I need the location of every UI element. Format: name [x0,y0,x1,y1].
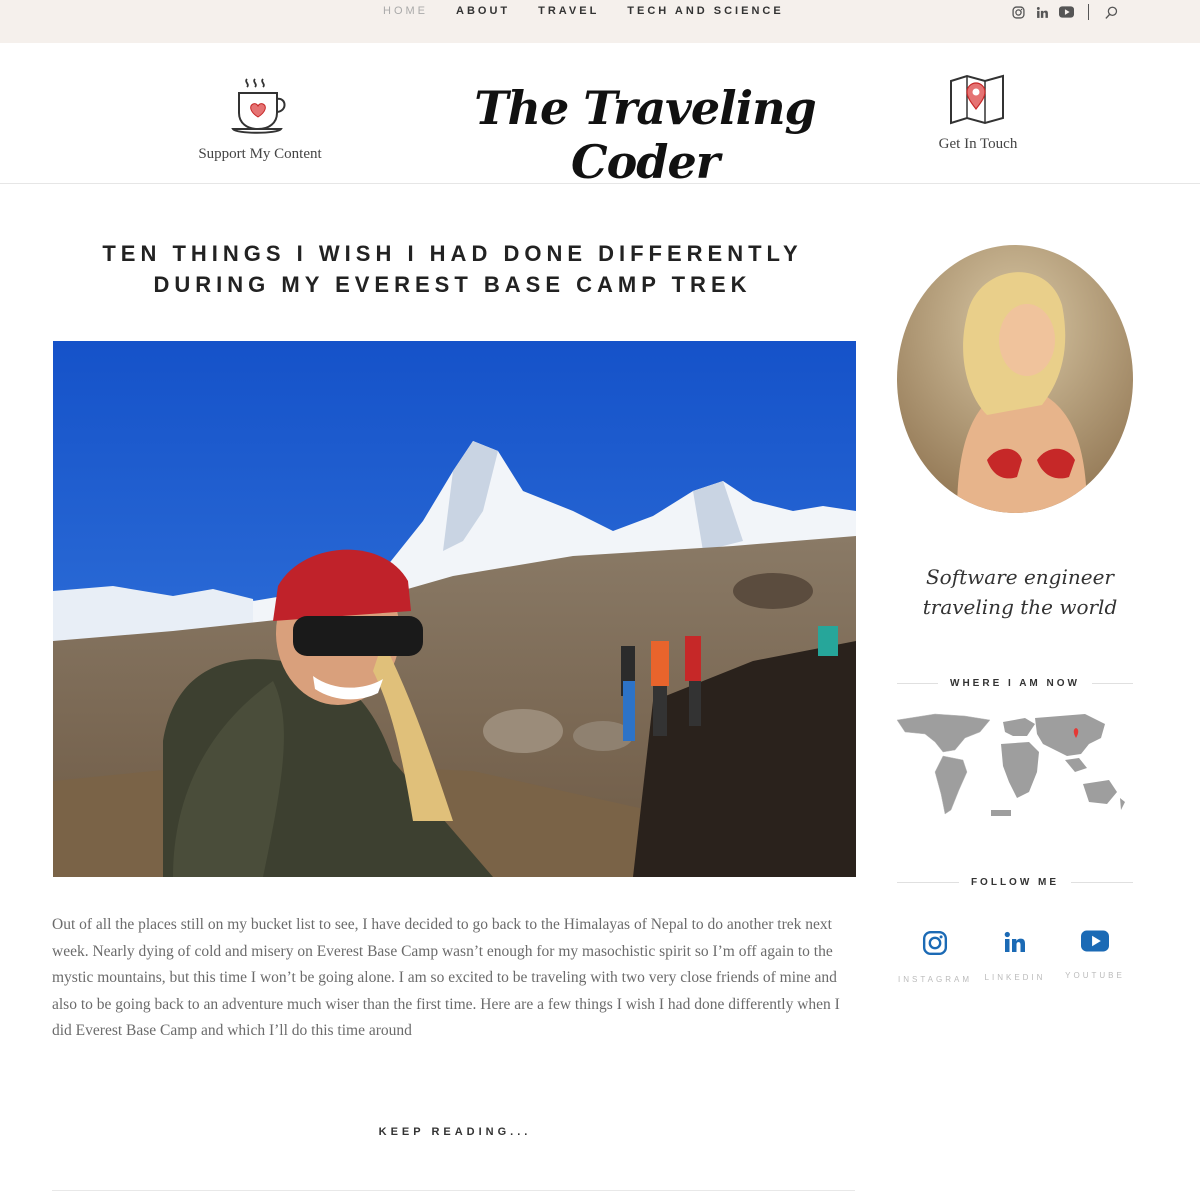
touch-label: Get In Touch [938,136,1018,152]
site-header: Support My Content The Traveling Coder G… [0,43,1200,189]
social-linkedin[interactable]: LINKEDIN [977,930,1053,984]
nav-item-travel[interactable]: TRAVEL [538,5,599,17]
keep-reading-link[interactable]: KEEP READING... [300,1126,610,1138]
social-label: YOUTUBE [1065,971,1125,980]
divider [1088,4,1089,20]
linkedin-icon[interactable] [1034,4,1050,20]
top-navigation-bar: HOME ABOUT TRAVEL TECH AND SCIENCE [0,0,1200,43]
world-map [895,710,1135,828]
linkedin-icon [1004,931,1025,952]
social-youtube[interactable]: YOUTUBE [1057,930,1133,984]
youtube-icon[interactable] [1058,4,1074,20]
support-my-content-link[interactable]: Support My Content [180,75,340,163]
divider [897,683,939,684]
divider [52,1190,855,1191]
get-in-touch-link[interactable]: Get In Touch [918,73,1038,153]
instagram-icon[interactable] [1010,4,1026,20]
map-pin-icon [950,74,1004,125]
nav-item-tech-and-science[interactable]: TECH AND SCIENCE [627,5,783,17]
social-label: LINKEDIN [984,973,1046,982]
where-i-am-now-heading: WHERE I AM NOW [897,678,1133,689]
follow-me-heading: FOLLOW ME [897,877,1134,888]
divider [1091,683,1133,684]
support-label: Support My Content [198,146,322,162]
search-icon[interactable] [1103,4,1119,20]
divider [897,882,959,883]
nav-item-about[interactable]: ABOUT [456,5,510,17]
coffee-cup-icon [231,78,286,134]
post-title[interactable]: TEN THINGS I WISH I HAD DONE DIFFERENTLY… [100,238,805,300]
divider [1071,882,1134,883]
youtube-icon [1081,930,1109,952]
social-instagram[interactable]: INSTAGRAM [897,930,973,984]
author-avatar [897,245,1133,513]
post-featured-image[interactable] [53,341,856,877]
nav-item-home[interactable]: HOME [383,5,428,17]
author-tagline: Software engineer traveling the world [922,565,1118,619]
main-menu: HOME ABOUT TRAVEL TECH AND SCIENCE [383,5,812,17]
top-social-icons [1010,4,1119,20]
post-excerpt: Out of all the places still on my bucket… [52,916,840,1040]
site-logo[interactable]: The Traveling Coder [440,81,850,189]
social-links: INSTAGRAM LINKEDIN YOUTUBE [897,930,1133,984]
instagram-icon [922,930,948,956]
where-title: WHERE I AM NOW [950,678,1080,689]
social-label: INSTAGRAM [898,975,972,984]
follow-title: FOLLOW ME [970,877,1060,888]
